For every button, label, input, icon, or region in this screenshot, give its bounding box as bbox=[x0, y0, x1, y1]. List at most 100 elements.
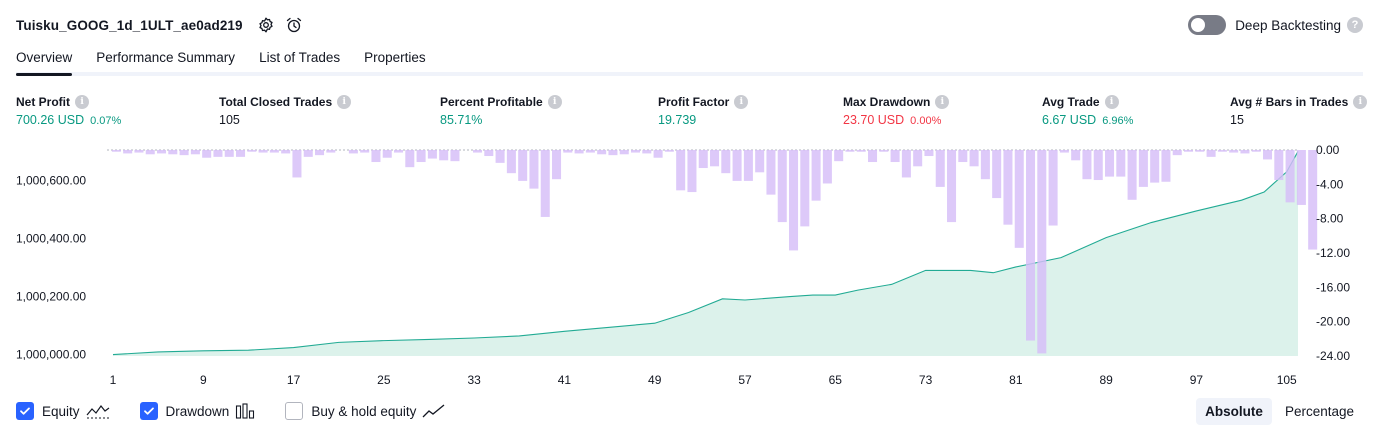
drawdown-bars-icon bbox=[235, 403, 255, 419]
drawdown-bar bbox=[800, 150, 810, 227]
drawdown-bar bbox=[755, 150, 765, 173]
drawdown-bar bbox=[574, 150, 584, 154]
drawdown-bar bbox=[303, 150, 313, 157]
drawdown-bar bbox=[563, 150, 573, 153]
x-axis-tick: 89 bbox=[1099, 373, 1113, 387]
stat-value: 105 bbox=[219, 113, 240, 127]
legend-equity[interactable]: Equity bbox=[16, 402, 110, 420]
help-icon[interactable]: ? bbox=[1347, 17, 1363, 33]
equity-checkbox[interactable] bbox=[16, 402, 34, 420]
legend-buy-hold[interactable]: Buy & hold equity bbox=[285, 402, 446, 420]
drawdown-bar bbox=[236, 150, 246, 157]
drawdown-bar bbox=[834, 150, 844, 162]
info-icon[interactable]: i bbox=[1353, 94, 1368, 109]
drawdown-bar bbox=[495, 150, 505, 163]
drawdown-bar bbox=[213, 150, 223, 157]
drawdown-bar bbox=[924, 150, 934, 157]
stat-label: Percent Profitable bbox=[440, 94, 543, 109]
tab-properties[interactable]: Properties bbox=[364, 40, 426, 72]
drawdown-bar bbox=[1150, 150, 1160, 183]
drawdown-axis-tick: -8.00 bbox=[1316, 212, 1344, 226]
drawdown-bar bbox=[450, 150, 460, 162]
stat-net-profit: Net Profit i 700.26 USD 0.07% bbox=[16, 93, 121, 127]
drawdown-bar bbox=[619, 150, 629, 155]
drawdown-bar bbox=[1082, 150, 1092, 180]
equity-axis-tick: 1,000,600.00 bbox=[16, 173, 86, 187]
buy-hold-checkbox[interactable] bbox=[285, 402, 304, 420]
drawdown-bar bbox=[473, 150, 483, 153]
drawdown-bar bbox=[1206, 150, 1216, 157]
drawdown-bar bbox=[1217, 150, 1227, 152]
drawdown-bar bbox=[518, 150, 528, 181]
stat-label: Total Closed Trades bbox=[219, 94, 333, 109]
drawdown-bar bbox=[901, 150, 911, 178]
tab-performance-summary[interactable]: Performance Summary bbox=[96, 40, 235, 72]
legend-drawdown[interactable]: Drawdown bbox=[139, 402, 256, 420]
equity-axis-tick: 1,000,200.00 bbox=[16, 290, 86, 304]
drawdown-bar bbox=[608, 150, 618, 156]
drawdown-bar bbox=[721, 150, 731, 174]
stat-label: Net Profit bbox=[16, 94, 70, 109]
alarm-clock-icon[interactable] bbox=[283, 14, 305, 36]
x-axis-tick: 25 bbox=[377, 373, 391, 387]
drawdown-bar bbox=[980, 150, 990, 180]
x-axis-tick: 41 bbox=[558, 373, 572, 387]
info-icon[interactable]: i bbox=[75, 94, 89, 109]
drawdown-bar bbox=[935, 150, 945, 187]
drawdown-bar bbox=[1184, 150, 1194, 152]
stats-row: Net Profit i 700.26 USD 0.07% Total Closed… bbox=[0, 93, 1379, 133]
drawdown-bar bbox=[360, 150, 370, 153]
deep-backtesting-toggle[interactable] bbox=[1188, 15, 1227, 35]
drawdown-bar bbox=[134, 150, 144, 153]
stat-value: 15 bbox=[1230, 113, 1244, 127]
percentage-button[interactable]: Percentage bbox=[1276, 398, 1363, 425]
x-axis-tick: 9 bbox=[200, 373, 207, 387]
equity-drawdown-chart[interactable]: 1,000,000.00 1,000,200.00 1,000,400.00 1,00… bbox=[0, 138, 1379, 394]
drawdown-bar bbox=[202, 150, 212, 158]
drawdown-bar bbox=[743, 150, 753, 181]
drawdown-bar bbox=[484, 150, 494, 157]
drawdown-bar bbox=[168, 150, 178, 155]
buy-hold-line-icon bbox=[422, 403, 446, 419]
x-axis-tick: 65 bbox=[829, 373, 843, 387]
tab-list-of-trades[interactable]: List of Trades bbox=[259, 40, 340, 72]
drawdown-bar bbox=[777, 150, 787, 223]
x-axis-tick: 17 bbox=[287, 373, 301, 387]
drawdown-bar bbox=[845, 150, 855, 152]
drawdown-bar bbox=[123, 150, 133, 154]
stat-avg-trade: Avg Trade i 6.67 USD 6.96% bbox=[1042, 93, 1133, 127]
drawdown-bar bbox=[1172, 150, 1182, 156]
drawdown-bar bbox=[947, 150, 957, 223]
drawdown-bar bbox=[1296, 150, 1306, 205]
x-axis-tick: 73 bbox=[919, 373, 933, 387]
drawdown-bar bbox=[281, 150, 291, 154]
drawdown-bar bbox=[269, 150, 279, 153]
settings-gear-icon[interactable] bbox=[255, 14, 277, 36]
equity-area-icon bbox=[86, 403, 110, 419]
drawdown-bar bbox=[597, 150, 607, 155]
info-icon[interactable]: i bbox=[547, 94, 562, 109]
drawdown-bar bbox=[179, 150, 189, 156]
absolute-button[interactable]: Absolute bbox=[1196, 397, 1272, 425]
drawdown-checkbox[interactable] bbox=[139, 402, 158, 420]
info-icon[interactable]: i bbox=[734, 94, 749, 109]
drawdown-bar bbox=[1229, 150, 1239, 153]
strategy-header: Tuisku_GOOG_1d_1ULT_ae0ad219 bbox=[16, 12, 305, 38]
drawdown-bar bbox=[642, 150, 652, 154]
drawdown-bar bbox=[405, 150, 415, 168]
info-icon[interactable]: i bbox=[935, 94, 950, 109]
legend-label: Buy & hold equity bbox=[311, 403, 417, 419]
tab-overview[interactable]: Overview bbox=[16, 40, 73, 76]
drawdown-bar bbox=[1195, 150, 1205, 152]
drawdown-axis-tick: -20.00 bbox=[1316, 315, 1350, 329]
report-tabs: Overview Performance Summary List of Tra… bbox=[16, 40, 1363, 76]
drawdown-bar bbox=[1059, 150, 1069, 153]
stat-sub: 6.96% bbox=[1102, 115, 1134, 127]
info-icon[interactable]: i bbox=[1104, 94, 1119, 109]
drawdown-bar bbox=[190, 150, 200, 155]
drawdown-axis-tick: -4.00 bbox=[1316, 177, 1344, 191]
info-icon[interactable]: i bbox=[337, 94, 352, 109]
legend-label: Drawdown bbox=[165, 403, 230, 419]
drawdown-bar bbox=[348, 150, 358, 154]
drawdown-bar bbox=[529, 150, 539, 189]
